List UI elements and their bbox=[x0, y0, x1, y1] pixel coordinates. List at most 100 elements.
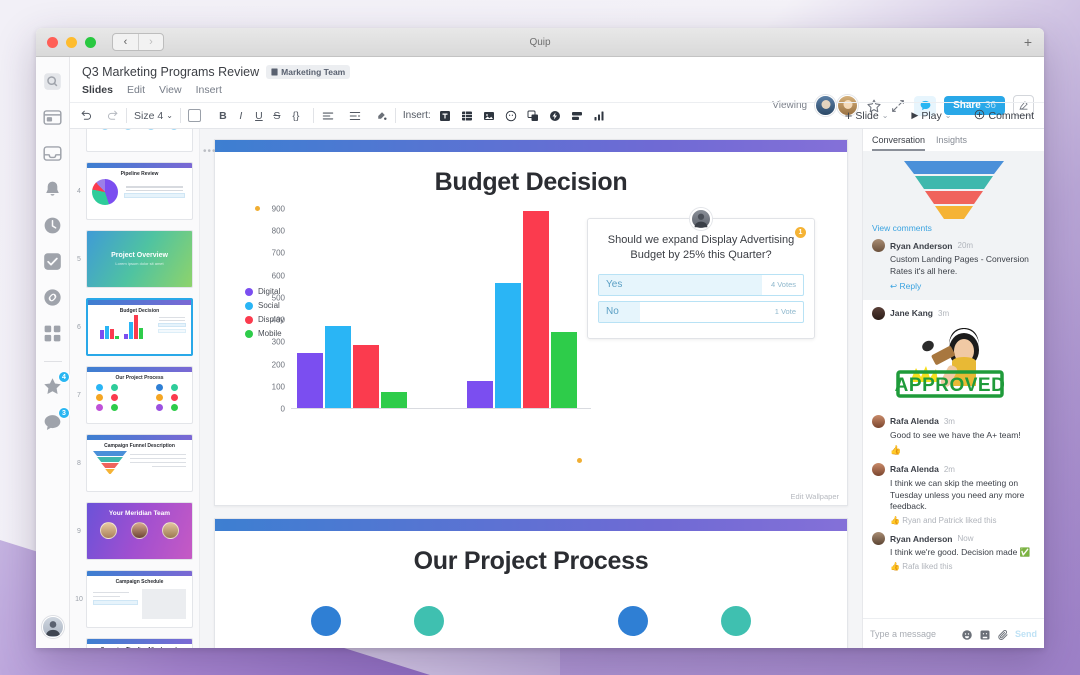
menu-item-view[interactable]: View bbox=[159, 84, 182, 96]
close-button[interactable] bbox=[47, 36, 58, 48]
slide-thumbnail-project-process[interactable]: Our Project Process bbox=[86, 366, 193, 424]
send-button[interactable]: Send bbox=[1015, 629, 1037, 639]
new-tab-button[interactable]: + bbox=[1024, 35, 1032, 49]
add-slide-button[interactable]: + Slide ⌄ bbox=[845, 109, 889, 122]
news-icon[interactable] bbox=[42, 107, 63, 128]
bold-button[interactable]: B bbox=[214, 110, 232, 122]
color-swatch[interactable] bbox=[187, 109, 201, 122]
chart-bar-mobile[interactable] bbox=[381, 392, 407, 408]
comment-icon[interactable] bbox=[505, 110, 517, 122]
pinned-comment-thread[interactable]: View comments Ryan Anderson 20m Custom L… bbox=[863, 151, 1044, 300]
chart-bar-mobile[interactable] bbox=[551, 331, 577, 408]
slide-thumbnail-meridian-team[interactable]: Your Meridian Team bbox=[86, 502, 193, 560]
bell-icon[interactable] bbox=[42, 179, 63, 200]
indent-icon[interactable] bbox=[348, 109, 362, 123]
slide-thumbnail-campaign-timeline[interactable]: Campaign Timeline After Launch bbox=[86, 638, 193, 648]
list-item[interactable]: 8 Campaign Funnel Description bbox=[70, 429, 199, 497]
list-item[interactable]: 9 Your Meridian Team bbox=[70, 497, 199, 565]
slide-thumbnail-campaign-schedule[interactable]: Campaign Schedule bbox=[86, 570, 193, 628]
slide-canvas[interactable]: ••• Budget Decision Digital Social Displ… bbox=[200, 129, 862, 648]
chart-bar-digital[interactable] bbox=[297, 352, 323, 408]
user-avatar[interactable] bbox=[41, 616, 64, 638]
highlight-icon[interactable] bbox=[375, 109, 388, 122]
chart-bar-display[interactable] bbox=[523, 210, 549, 408]
chart-bar-display[interactable] bbox=[353, 345, 379, 408]
menu-item-edit[interactable]: Edit bbox=[127, 84, 145, 96]
chart-bar-social[interactable] bbox=[495, 282, 521, 408]
message-input[interactable]: Type a message bbox=[870, 629, 955, 639]
back-button[interactable]: ‹ bbox=[113, 34, 138, 50]
edit-wallpaper-link[interactable]: Edit Wallpaper bbox=[791, 492, 840, 501]
underline-button[interactable]: U bbox=[250, 110, 268, 122]
view-comments-link[interactable]: View comments bbox=[872, 223, 1035, 233]
presence-avatar-1[interactable] bbox=[815, 95, 837, 116]
slide-thumbnail-campaign-funnel[interactable]: Campaign Funnel Description bbox=[86, 434, 193, 492]
page-title[interactable]: Q3 Marketing Programs Review bbox=[82, 65, 259, 79]
minimize-button[interactable] bbox=[66, 36, 77, 48]
menu-item-slides[interactable]: Slides bbox=[82, 84, 113, 96]
emoji-icon[interactable] bbox=[961, 628, 973, 640]
forward-button[interactable]: › bbox=[138, 34, 163, 50]
list-item[interactable]: 4 Pipeline Review bbox=[70, 157, 199, 225]
list-item[interactable]: 11 Campaign Timeline After Launch bbox=[70, 633, 199, 648]
lightning-icon[interactable] bbox=[549, 110, 561, 122]
message-emoji[interactable]: 👍 bbox=[872, 445, 1035, 456]
sticker-icon[interactable] bbox=[979, 628, 991, 640]
image-icon[interactable] bbox=[483, 110, 495, 122]
star-icon[interactable]: 4 bbox=[42, 371, 70, 397]
message-reaction[interactable]: 👍 Ryan and Patrick liked this bbox=[872, 516, 1035, 525]
search-icon[interactable] bbox=[42, 71, 63, 92]
inbox-icon[interactable] bbox=[42, 143, 63, 164]
code-button[interactable]: {} bbox=[286, 110, 306, 122]
list-item[interactable]: 5 Project Overview Lorem ipsum dolor sit… bbox=[70, 225, 199, 293]
slide-thumbnail-panel[interactable]: 4 Pipeline Review 5 Project Overview Lor… bbox=[70, 129, 200, 648]
list-item[interactable]: 6 Budget Decision bbox=[70, 293, 199, 361]
redo-icon[interactable] bbox=[106, 109, 119, 122]
chart-bar-digital[interactable] bbox=[467, 381, 493, 408]
italic-button[interactable]: I bbox=[232, 110, 250, 122]
shape-icon[interactable] bbox=[527, 110, 539, 122]
slide-our-project-process[interactable]: Our Project Process bbox=[214, 518, 848, 648]
slide-budget-decision[interactable]: ••• Budget Decision Digital Social Displ… bbox=[203, 139, 848, 506]
align-icon[interactable] bbox=[321, 109, 335, 123]
slide-menu-dots[interactable]: ••• bbox=[203, 146, 217, 157]
attachment-icon[interactable] bbox=[997, 628, 1009, 640]
comment-button[interactable]: Comment bbox=[974, 109, 1034, 123]
undo-icon[interactable] bbox=[80, 109, 93, 122]
list-item[interactable]: 10 Campaign Schedule bbox=[70, 565, 199, 633]
team-chip[interactable]: Marketing Team bbox=[266, 65, 351, 79]
link-icon[interactable] bbox=[42, 287, 63, 308]
table-icon[interactable] bbox=[461, 110, 473, 122]
message-composer[interactable]: Type a message Send bbox=[863, 618, 1044, 648]
clock-icon[interactable] bbox=[42, 215, 63, 236]
slide-thumbnail-budget-decision[interactable]: Budget Decision bbox=[86, 298, 193, 356]
text-box-icon[interactable] bbox=[439, 110, 451, 122]
slide-thumbnail-pipeline-review[interactable]: Pipeline Review bbox=[86, 162, 193, 220]
list-item[interactable] bbox=[70, 129, 199, 157]
slide-title[interactable]: Budget Decision bbox=[215, 152, 847, 197]
list-item[interactable]: 7 Our Project Process bbox=[70, 361, 199, 429]
conversation-scroll[interactable]: View comments Ryan Anderson 20m Custom L… bbox=[863, 151, 1044, 618]
tab-insights[interactable]: Insights bbox=[936, 135, 967, 151]
slide-thumbnail-project-overview[interactable]: Project Overview Lorem ipsum dolor sit a… bbox=[86, 230, 193, 288]
chart-icon[interactable] bbox=[593, 110, 605, 122]
play-button[interactable]: ▶ Play ⌄ bbox=[911, 110, 951, 122]
next-slide-title[interactable]: Our Project Process bbox=[215, 531, 847, 576]
message-ryan[interactable]: Ryan Anderson Now I think we're good. De… bbox=[863, 525, 1044, 571]
poll-option-yes[interactable]: Yes 4 Votes bbox=[598, 273, 804, 296]
poll-option-no[interactable]: No 1 Vote bbox=[598, 300, 804, 323]
reply-link[interactable]: ↩ Reply bbox=[872, 281, 1035, 292]
chart-bar-social[interactable] bbox=[325, 326, 351, 408]
font-size-select[interactable]: Size 4 ⌄ bbox=[134, 110, 173, 122]
tab-conversation[interactable]: Conversation bbox=[872, 135, 926, 151]
strikethrough-button[interactable]: S bbox=[268, 110, 286, 122]
check-icon[interactable] bbox=[42, 251, 63, 272]
message-reaction[interactable]: 👍 Rafa liked this bbox=[872, 562, 1035, 571]
menu-item-insert[interactable]: Insert bbox=[196, 84, 222, 96]
slide-thumbnail[interactable] bbox=[86, 129, 193, 152]
layers-icon[interactable] bbox=[571, 110, 583, 122]
message-rafa-2[interactable]: Rafa Alenda 2m I think we can skip the m… bbox=[863, 456, 1044, 525]
message-jane-kang[interactable]: Jane Kang 3m APPROVED bbox=[863, 300, 1044, 402]
grid-icon[interactable] bbox=[42, 323, 63, 344]
poll-widget[interactable]: 1 Should we expand Display Advertising B… bbox=[587, 208, 815, 339]
